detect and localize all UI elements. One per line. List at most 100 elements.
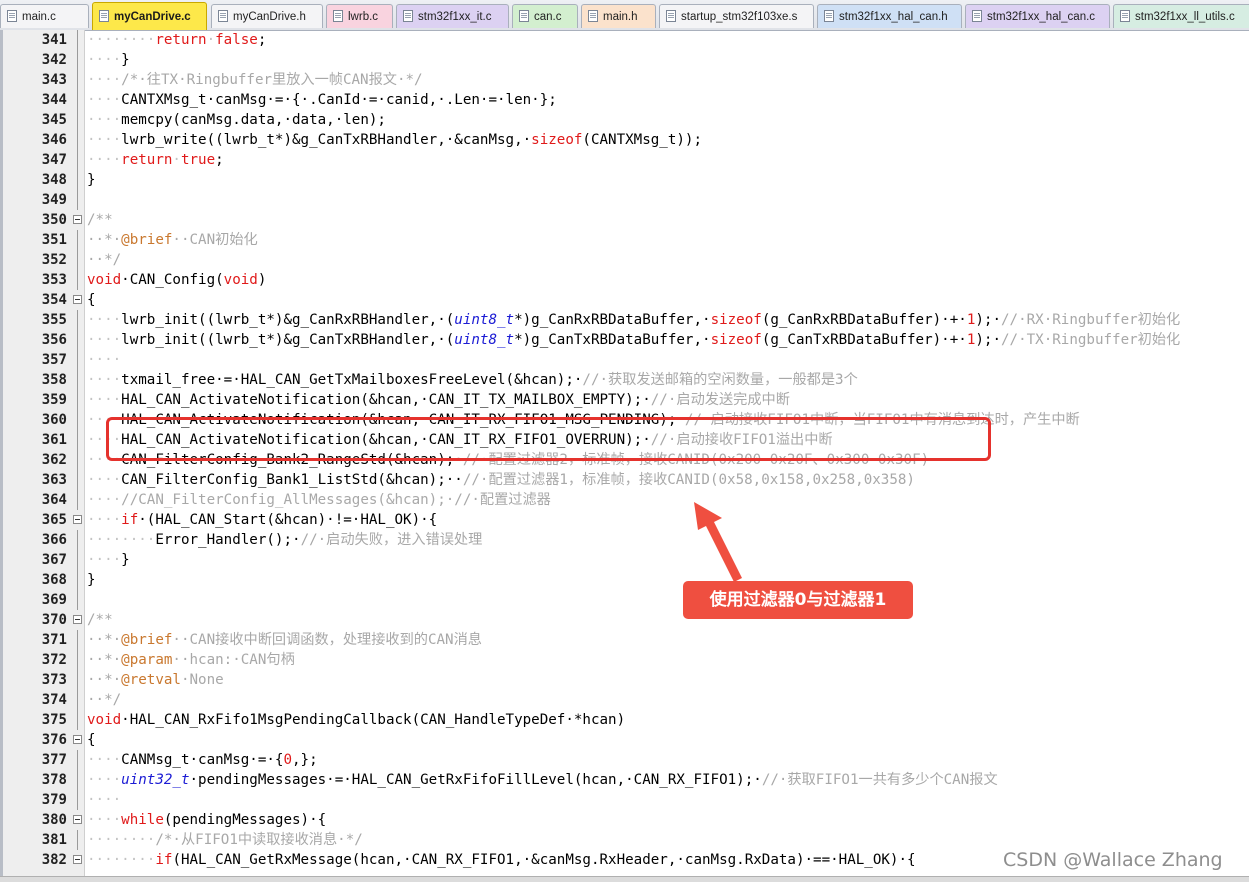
code-token: Error_Handler();· xyxy=(155,532,301,548)
tab-ll-utils-c[interactable]: stm32f1xx_ll_utils.c xyxy=(1113,4,1249,28)
code-line[interactable]: 350 /** xyxy=(0,210,1249,230)
code-line[interactable]: 378 ····uint32_t·pendingMessages·=·HAL_CA… xyxy=(0,770,1249,790)
code-line[interactable]: 372 ··*·@param··hcan:·CAN句柄 xyxy=(0,650,1249,670)
code-text: ····if·(HAL_CAN_Start(&hcan)·!=·HAL_OK)·… xyxy=(87,510,1249,530)
horizontal-scrollbar[interactable] xyxy=(0,876,1249,882)
code-line[interactable]: 346 ····lwrb_write((lwrb_t*)&g_CanTxRBHan… xyxy=(0,130,1249,150)
code-line[interactable]: 374 ··*/ xyxy=(0,690,1249,710)
code-line[interactable]: 369 xyxy=(0,590,1249,610)
code-line[interactable]: 347 ····return·true; xyxy=(0,150,1249,170)
fold-toggle-icon[interactable] xyxy=(73,615,82,624)
fold-toggle-icon[interactable] xyxy=(73,735,82,744)
tab-lwrb-c[interactable]: lwrb.c xyxy=(326,4,393,28)
code-token: ··*· xyxy=(87,232,122,248)
code-token: (g_CanTxRBDataBuffer)·+· xyxy=(761,332,967,348)
code-line[interactable]: 341 ········return·false; xyxy=(0,30,1249,50)
code-token: ···· xyxy=(87,392,122,408)
code-line[interactable]: 359 ····HAL_CAN_ActivateNotification(&hca… xyxy=(0,390,1249,410)
code-text: ····lwrb_init((lwrb_t*)&g_CanTxRBHandler… xyxy=(87,330,1249,350)
fold-toggle-icon[interactable] xyxy=(73,295,82,304)
line-number: 347 xyxy=(41,152,67,168)
code-token: lwrb_write((lwrb_t*)&g_CanTxRBHandler,·&… xyxy=(121,132,532,148)
code-text: ····while(pendingMessages)·{ xyxy=(87,810,1249,830)
code-line[interactable]: 345 ····memcpy(canMsg.data,·data,·len); xyxy=(0,110,1249,130)
code-token: ··hcan:·CAN句柄 xyxy=(172,652,295,668)
editor-tab-bar: main.c myCanDrive.c myCanDrive.h lwrb.c … xyxy=(0,0,1249,31)
code-line[interactable]: 349 xyxy=(0,190,1249,210)
code-token: { xyxy=(87,292,96,308)
code-line[interactable]: 353 void·CAN_Config(void) xyxy=(0,270,1249,290)
code-line[interactable]: 342 ····} xyxy=(0,50,1249,70)
code-line[interactable]: 379 ···· xyxy=(0,790,1249,810)
code-line[interactable]: 381 ········/*·从FIFO1中读取接收消息·*/ xyxy=(0,830,1249,850)
code-line[interactable]: 375 void·HAL_CAN_RxFifo1MsgPendingCallbac… xyxy=(0,710,1249,730)
code-token: ···· xyxy=(87,472,122,488)
tab-main-h[interactable]: main.h xyxy=(581,4,656,28)
fold-guide-line xyxy=(77,670,78,690)
code-token: while xyxy=(121,812,164,828)
code-line[interactable]: 377 ····CANMsg_t·canMsg·=·{0,}; xyxy=(0,750,1249,770)
tab-mycandrive-c[interactable]: myCanDrive.c xyxy=(92,2,207,30)
code-text: { xyxy=(87,290,1249,310)
tab-startup-s[interactable]: startup_stm32f103xe.s xyxy=(659,4,814,28)
code-token: ··CAN接收中断回调函数，处理接收到的CAN消息 xyxy=(172,632,482,648)
line-number: 356 xyxy=(41,332,67,348)
tab-label: myCanDrive.h xyxy=(233,11,306,23)
code-text: } xyxy=(87,170,1249,190)
fold-guide-line xyxy=(77,570,78,590)
code-line[interactable]: 356 ····lwrb_init((lwrb_t*)&g_CanTxRBHand… xyxy=(0,330,1249,350)
code-token: void xyxy=(87,272,122,288)
code-line[interactable]: 364 ····//CAN_FilterConfig_AllMessages(&h… xyxy=(0,490,1249,510)
code-line[interactable]: 351 ··*·@brief··CAN初始化 xyxy=(0,230,1249,250)
code-token: } xyxy=(121,52,130,68)
line-number: 357 xyxy=(41,352,67,368)
tab-stm32f1xx-it-c[interactable]: stm32f1xx_it.c xyxy=(396,4,509,28)
fold-guide-line xyxy=(77,50,78,70)
code-token: //·获取发送邮箱的空闲数量，一般都是3个 xyxy=(582,372,858,388)
tab-mycandrive-h[interactable]: myCanDrive.h xyxy=(211,4,323,28)
code-line[interactable]: 371 ··*·@brief··CAN接收中断回调函数，处理接收到的CAN消息 xyxy=(0,630,1249,650)
fold-guide-line xyxy=(77,450,78,470)
tab-can-c[interactable]: can.c xyxy=(512,4,578,28)
code-line[interactable]: 344 ····CANTXMsg_t·canMsg·=·{·.CanId·=·ca… xyxy=(0,90,1249,110)
fold-toggle-icon[interactable] xyxy=(73,855,82,864)
code-token: memcpy(canMsg.data,·data,·len); xyxy=(121,112,386,128)
code-token: ·pendingMessages·=·HAL_CAN_GetRxFifoFill… xyxy=(189,772,762,788)
line-number: 382 xyxy=(41,852,67,868)
code-line[interactable]: 365 ····if·(HAL_CAN_Start(&hcan)·!=·HAL_O… xyxy=(0,510,1249,530)
tab-hal-can-h[interactable]: stm32f1xx_hal_can.h xyxy=(817,4,962,28)
code-token: uint32_t xyxy=(121,772,190,788)
line-number: 348 xyxy=(41,172,67,188)
fold-guide-line xyxy=(77,110,78,130)
code-line[interactable]: 343 ····/*·往TX·Ringbuffer里放入一帧CAN报文·*/ xyxy=(0,70,1249,90)
tab-hal-can-c[interactable]: stm32f1xx_hal_can.c xyxy=(965,4,1110,28)
code-line[interactable]: 368} xyxy=(0,570,1249,590)
code-line[interactable]: 376 { xyxy=(0,730,1249,750)
line-number: 367 xyxy=(41,552,67,568)
fold-guide-line xyxy=(77,150,78,170)
code-line[interactable]: 358 ····txmail_free·=·HAL_CAN_GetTxMailbo… xyxy=(0,370,1249,390)
tab-main-c[interactable]: main.c xyxy=(0,4,89,28)
code-line[interactable]: 373 ··*·@retval·None xyxy=(0,670,1249,690)
code-line[interactable]: 363 ····CAN_FilterConfig_Bank1_ListStd(&h… xyxy=(0,470,1249,490)
code-line[interactable]: 355 ····lwrb_init((lwrb_t*)&g_CanRxRBHand… xyxy=(0,310,1249,330)
code-text: ········return·false; xyxy=(87,30,1249,50)
fold-toggle-icon[interactable] xyxy=(73,515,82,524)
file-icon xyxy=(519,10,529,22)
code-token: } xyxy=(87,572,96,588)
code-token: /** xyxy=(87,212,113,228)
fold-guide-line xyxy=(77,550,78,570)
code-line[interactable]: 366 ········Error_Handler();·//·启动失败，进入错误… xyxy=(0,530,1249,550)
code-line[interactable]: 370 /** xyxy=(0,610,1249,630)
code-line[interactable]: 352 ··*/ xyxy=(0,250,1249,270)
code-text: { xyxy=(87,730,1249,750)
code-line[interactable]: 367 ····} xyxy=(0,550,1249,570)
fold-toggle-icon[interactable] xyxy=(73,815,82,824)
code-line[interactable]: 380 ····while(pendingMessages)·{ xyxy=(0,810,1249,830)
code-line[interactable]: 354 { xyxy=(0,290,1249,310)
code-line[interactable]: 348} xyxy=(0,170,1249,190)
code-text: /** xyxy=(87,610,1249,630)
code-line[interactable]: 357 ···· xyxy=(0,350,1249,370)
line-number: 343 xyxy=(41,72,67,88)
fold-toggle-icon[interactable] xyxy=(73,215,82,224)
